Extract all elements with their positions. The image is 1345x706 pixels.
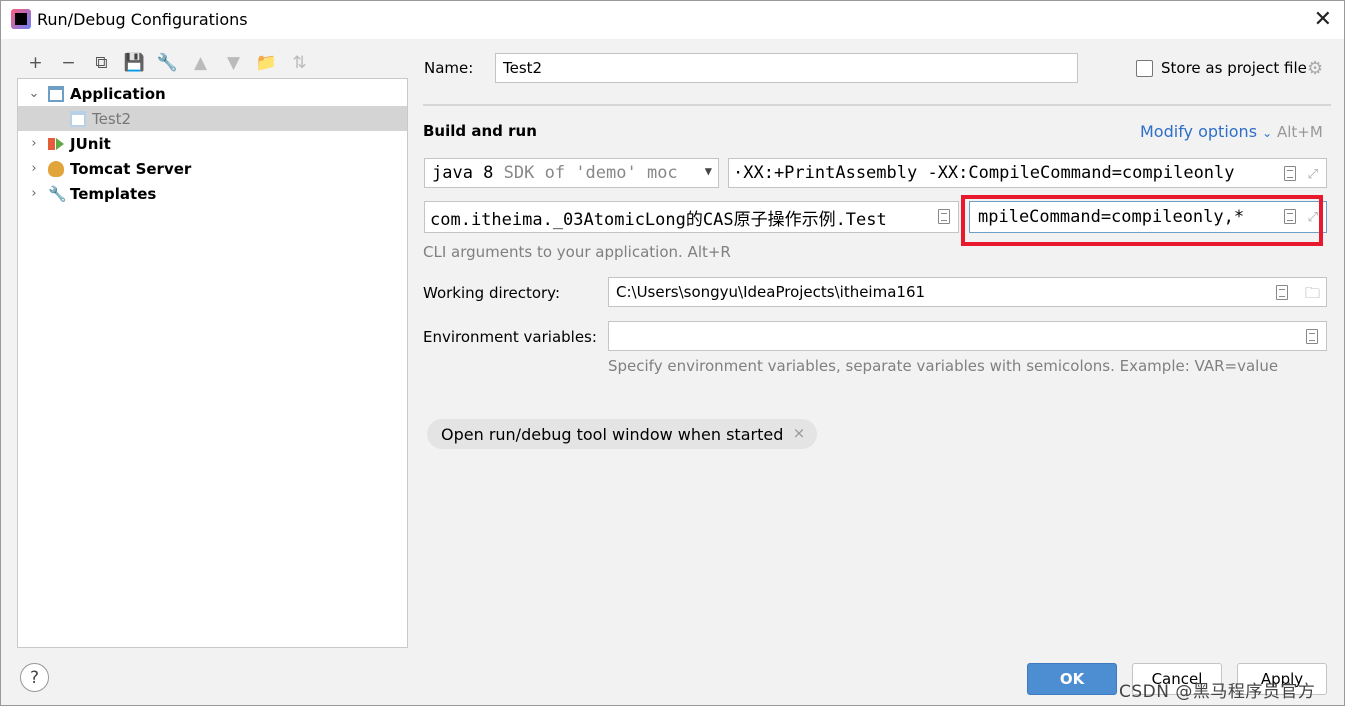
watermark: CSDN @黑马程序员官方	[1119, 682, 1316, 702]
modify-options-shortcut: Alt+M	[1277, 123, 1323, 141]
chevron-down-icon: ⌄	[1262, 126, 1273, 140]
chevron-down-icon[interactable]: ⌄	[26, 86, 42, 101]
section-title: Build and run	[423, 122, 537, 140]
new-folder-icon[interactable]: 📁	[250, 51, 283, 75]
wrench-icon[interactable]: 🔧	[151, 51, 184, 75]
environment-variables-input[interactable]	[608, 321, 1327, 351]
remove-icon[interactable]: −	[52, 51, 85, 75]
save-icon[interactable]: 💾	[118, 51, 151, 75]
chevron-right-icon[interactable]: ›	[26, 186, 42, 201]
document-icon[interactable]	[1306, 329, 1318, 344]
tree-item-label: Application	[70, 84, 166, 103]
help-button[interactable]: ?	[20, 663, 49, 692]
gear-icon[interactable]: ⚙	[1307, 58, 1323, 79]
main-class-input[interactable]: com.itheima._03AtomicLong的CAS原子操作示例.Test	[424, 201, 959, 233]
copy-icon[interactable]: ⧉	[85, 51, 118, 75]
tree-item-tomcat[interactable]: › Tomcat Server	[18, 156, 407, 181]
move-up-icon[interactable]: ▲	[184, 51, 217, 75]
environment-variables-hint: Specify environment variables, separate …	[608, 357, 1279, 375]
config-toolbar: + − ⧉ 💾 🔧 ▲ ▼ 📁 ⇅	[19, 51, 316, 75]
document-icon[interactable]	[938, 209, 950, 224]
application-icon	[48, 85, 64, 102]
chevron-right-icon[interactable]: ›	[26, 161, 42, 176]
tree-item-templates[interactable]: › 🔧 Templates	[18, 181, 407, 206]
vm-options-input[interactable]: ·XX:+PrintAssembly -XX:CompileCommand=co…	[728, 158, 1327, 188]
intellij-icon	[11, 9, 31, 29]
name-input[interactable]: Test2	[495, 53, 1078, 83]
separator	[423, 104, 1331, 106]
tree-item-label: JUnit	[70, 134, 111, 153]
open-tool-window-chip[interactable]: Open run/debug tool window when started …	[427, 419, 818, 449]
store-as-project-label: Store as project file	[1161, 59, 1307, 77]
environment-variables-label: Environment variables:	[423, 328, 597, 346]
dropdown-arrow-icon: ▼	[700, 164, 712, 178]
configuration-tree: ⌄ Application Test2 › JUnit › Tomcat Ser…	[17, 78, 408, 648]
run-debug-dialog: Run/Debug Configurations ✕ + − ⧉ 💾 🔧 ▲ ▼…	[0, 0, 1345, 706]
ok-button[interactable]: OK	[1027, 663, 1117, 695]
tomcat-icon	[48, 160, 64, 177]
tree-item-test2[interactable]: Test2	[18, 106, 407, 131]
folder-icon[interactable]: 🗀	[1305, 283, 1320, 306]
close-icon[interactable]: ✕	[1314, 7, 1332, 32]
working-directory-input[interactable]: C:\Users\songyu\IdeaProjects\itheima161 …	[608, 277, 1327, 307]
title-bar: Run/Debug Configurations ✕	[1, 1, 1344, 39]
junit-icon	[48, 136, 64, 152]
document-icon[interactable]	[1284, 166, 1296, 181]
working-directory-label: Working directory:	[423, 284, 561, 302]
highlight-annotation-box	[961, 195, 1323, 246]
move-down-icon[interactable]: ▼	[217, 51, 250, 75]
jre-select[interactable]: java 8 SDK of 'demo' moc ▼	[424, 158, 719, 188]
sort-icon[interactable]: ⇅	[283, 51, 316, 75]
name-label: Name:	[424, 59, 474, 77]
tree-item-junit[interactable]: › JUnit	[18, 131, 407, 156]
tree-item-label: Templates	[70, 184, 157, 203]
expand-icon[interactable]: ⤢	[1308, 167, 1318, 182]
window-title: Run/Debug Configurations	[37, 10, 248, 29]
add-icon[interactable]: +	[19, 51, 52, 75]
application-icon	[70, 110, 86, 127]
store-as-project-checkbox[interactable]	[1136, 60, 1153, 77]
modify-options-link[interactable]: Modify options ⌄	[1140, 122, 1272, 141]
chevron-right-icon[interactable]: ›	[26, 136, 42, 151]
document-icon[interactable]	[1276, 285, 1288, 300]
tree-item-label: Test2	[92, 109, 132, 128]
tree-item-application[interactable]: ⌄ Application	[18, 81, 407, 106]
tree-item-label: Tomcat Server	[70, 159, 192, 178]
close-icon[interactable]: ×	[793, 424, 806, 442]
wrench-icon: 🔧	[48, 184, 67, 203]
cli-hint: CLI arguments to your application. Alt+R	[423, 243, 731, 261]
